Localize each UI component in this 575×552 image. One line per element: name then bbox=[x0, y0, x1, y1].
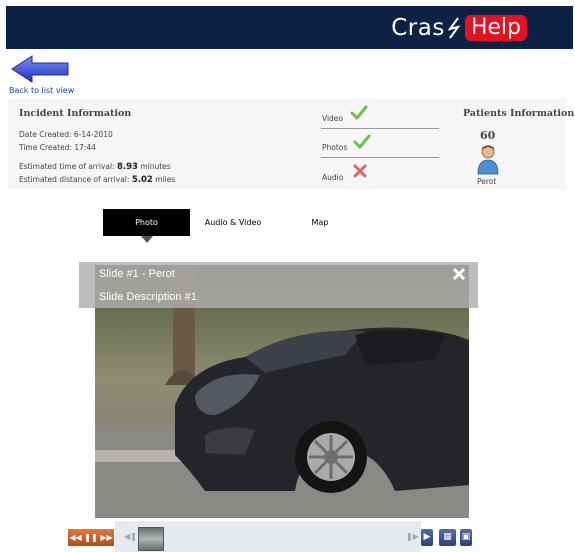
media-audio-label: Audio bbox=[322, 173, 344, 182]
next-slide-icon[interactable]: ▶ bbox=[421, 529, 433, 546]
tab-photo[interactable]: Photo bbox=[103, 209, 190, 236]
back-arrow-icon[interactable] bbox=[10, 54, 70, 84]
lightning-icon bbox=[447, 17, 461, 39]
strip-next-icon[interactable]: ❚▶ bbox=[406, 532, 419, 541]
logo-badge: Help bbox=[464, 15, 527, 41]
pause-icon[interactable]: ❚❚ bbox=[84, 533, 97, 542]
slide-description: Slide Description #1 bbox=[99, 291, 197, 303]
slide-thumbnail[interactable] bbox=[138, 527, 164, 551]
eta-line: Estimated time of arrival: 8.93 minutes bbox=[19, 162, 171, 172]
app-logo: Cras Help bbox=[391, 15, 527, 41]
media-video-label: Video bbox=[322, 114, 344, 123]
tab-audio-video[interactable]: Audio & Video bbox=[196, 209, 270, 236]
logo-text: Cras bbox=[391, 15, 445, 41]
patient-age: 60 bbox=[480, 129, 496, 142]
fullscreen-icon[interactable]: ▣ bbox=[460, 529, 472, 546]
patients-title: Patients Information bbox=[463, 108, 575, 119]
grid-view-icon[interactable]: ▦ bbox=[439, 529, 456, 546]
patient-avatar-icon[interactable] bbox=[476, 143, 500, 175]
media-divider bbox=[321, 157, 439, 158]
date-created: Date Created: 6-14-2010 bbox=[19, 130, 113, 139]
slide-title: Slide #1 - Perot bbox=[99, 268, 175, 280]
cross-icon bbox=[353, 164, 367, 178]
incident-title: Incident Information bbox=[19, 108, 132, 119]
check-icon bbox=[353, 134, 371, 149]
tab-map[interactable]: Map bbox=[300, 209, 340, 236]
back-to-list-link[interactable]: Back to list view bbox=[9, 86, 74, 95]
media-divider bbox=[321, 128, 439, 129]
header-bar: Cras Help bbox=[6, 6, 573, 49]
check-icon bbox=[350, 105, 368, 120]
patient-name: Perot bbox=[477, 177, 497, 186]
playback-controls: ◀◀ ❚❚ ▶▶ bbox=[68, 529, 114, 546]
time-created: Time Created: 17:44 bbox=[19, 143, 96, 152]
distance-line: Estimated distance of arrival: 5.02 mile… bbox=[19, 175, 176, 185]
rewind-icon[interactable]: ◀◀ bbox=[69, 533, 81, 542]
close-icon[interactable] bbox=[451, 266, 467, 282]
strip-prev-icon[interactable]: ◀❚ bbox=[124, 532, 137, 541]
fast-forward-icon[interactable]: ▶▶ bbox=[100, 533, 112, 542]
media-photos-label: Photos bbox=[322, 143, 348, 152]
active-tab-pointer bbox=[141, 236, 153, 243]
